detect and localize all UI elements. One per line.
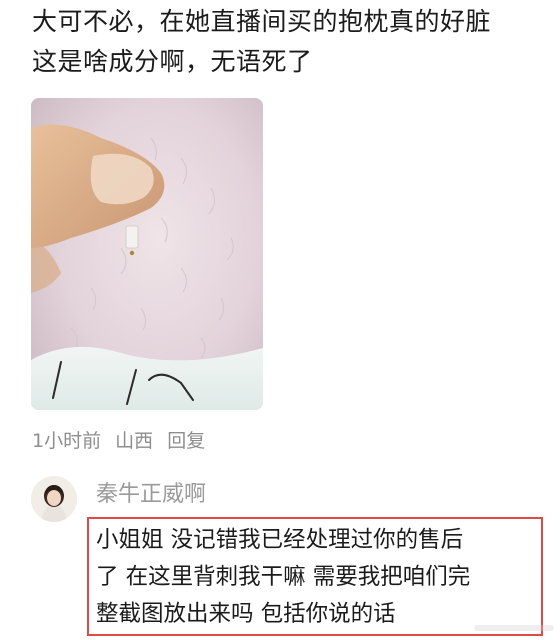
comment-location: 山西 [115, 430, 154, 452]
comment-line: 大可不必，在她直播间买的抱枕真的好脏 [32, 7, 492, 36]
reply-button[interactable]: 回复 [167, 430, 205, 452]
comment-photo-image [31, 98, 263, 410]
comment-photo[interactable] [31, 98, 263, 410]
comment-meta: 1小时前 山西 回复 [32, 428, 213, 454]
reply-line: 了 在这里背刺我干嘛 需要我把咱们完 [96, 564, 471, 590]
watermark-mark [474, 625, 554, 631]
reply-text: 小姐姐 没记错我已经处理过你的售后 了 在这里背刺我干嘛 需要我把咱们完 整截图… [96, 522, 540, 633]
user-avatar-icon [31, 476, 77, 522]
comment-text: 大可不必，在她直播间买的抱枕真的好脏 这是啥成分啊，无语死了 [32, 2, 552, 82]
comment-line: 这是啥成分啊，无语死了 [32, 47, 313, 76]
reply-author[interactable]: 秦牛正威啊 [96, 480, 206, 510]
reply-line: 小姐姐 没记错我已经处理过你的售后 [96, 527, 464, 553]
comment-time: 1小时前 [32, 430, 102, 452]
comment-screen: 大可不必，在她直播间买的抱枕真的好脏 这是啥成分啊，无语死了 1小时前 山西 回… [0, 0, 560, 640]
reply-avatar[interactable] [31, 476, 77, 522]
reply-highlight-box: 小姐姐 没记错我已经处理过你的售后 了 在这里背刺我干嘛 需要我把咱们完 整截图… [87, 517, 543, 636]
